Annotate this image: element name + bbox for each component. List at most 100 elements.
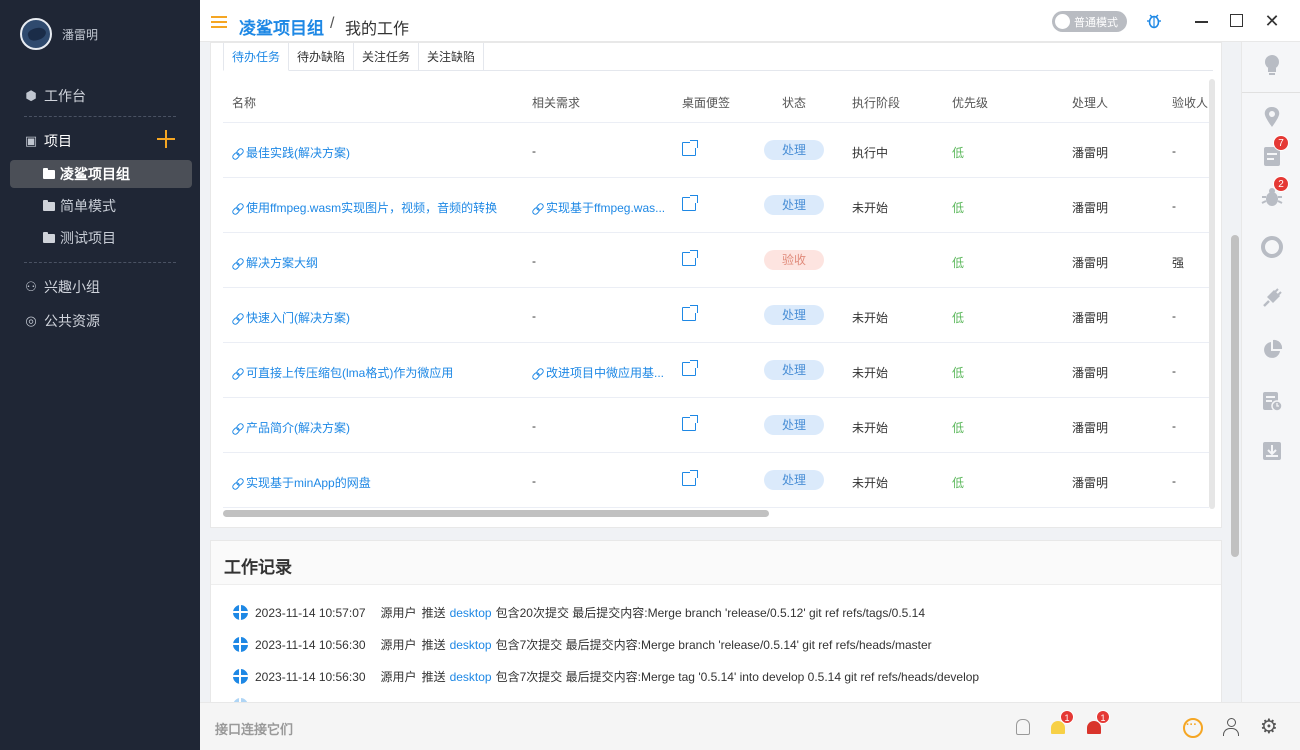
requirement-empty: - — [532, 309, 536, 323]
status-badge[interactable]: 处理 — [764, 195, 824, 215]
requirement-link[interactable]: 改进项目中微应用基... — [532, 364, 664, 381]
tab-watched-tasks[interactable]: 关注任务 — [354, 43, 420, 71]
status-badge[interactable]: 验收 — [764, 250, 824, 270]
tab-todo-bugs[interactable]: 待办缺陷 — [289, 43, 355, 71]
external-link-icon[interactable] — [682, 360, 698, 376]
log-action: 推送 — [421, 606, 446, 620]
avatar[interactable] — [20, 18, 52, 50]
user-profile[interactable]: 潘雷明 — [20, 18, 98, 50]
chat-icon[interactable] — [1182, 717, 1203, 738]
log-user: 源用户 — [380, 606, 417, 620]
sidebar-item-label: 测试项目 — [60, 230, 116, 246]
tab-watched-bugs[interactable]: 关注缺陷 — [419, 43, 485, 71]
task-name-link[interactable]: 解决方案大纲 — [232, 254, 318, 271]
status-badge[interactable]: 处理 — [764, 470, 824, 490]
bug-icon[interactable]: 2 — [1261, 176, 1289, 208]
task-name-link[interactable]: 使用ffmpeg.wasm实现图片，视频，音频的转换 — [232, 199, 497, 216]
table-row: 解决方案大纲 - 验收 低 潘雷明 强 — [223, 233, 1209, 288]
priority: 低 — [952, 421, 965, 435]
acceptor: - — [1172, 309, 1176, 323]
menu-icon[interactable] — [211, 16, 227, 28]
handler: 潘雷明 — [1072, 201, 1109, 215]
lifebuoy-icon[interactable] — [1261, 236, 1283, 258]
tab-todo-tasks[interactable]: 待办任务 — [223, 43, 290, 71]
external-link-icon[interactable] — [682, 195, 698, 211]
bell-icon[interactable] — [1012, 717, 1032, 737]
globe-icon: ◎ — [25, 313, 37, 328]
requirement-name: 改进项目中微应用基... — [546, 366, 665, 380]
log-repo-link[interactable]: desktop — [450, 606, 492, 620]
alert-light-yellow-icon[interactable]: 1 — [1048, 710, 1074, 737]
task-panel: 待办任务 待办缺陷 关注任务 关注缺陷 名称 相关需求 桌面便签 状态 执行阶段… — [210, 42, 1222, 528]
table-vertical-scrollbar[interactable] — [1209, 79, 1215, 509]
close-icon[interactable]: ✕ — [1263, 12, 1281, 30]
task-name: 快速入门(解决方案) — [246, 311, 350, 325]
acceptor: 强 — [1172, 256, 1185, 270]
requirement-empty: - — [532, 474, 536, 488]
handler: 潘雷明 — [1072, 256, 1109, 270]
task-name-link[interactable]: 实现基于minApp的网盘 — [232, 474, 371, 491]
nav-workbench[interactable]: ⬢ 工作台 — [24, 86, 86, 106]
nav-projects[interactable]: ▣ 项目 — [24, 131, 72, 151]
status-badge[interactable]: 处理 — [764, 140, 824, 160]
folder-icon — [43, 199, 55, 211]
nav-public-resources[interactable]: ◎ 公共资源 — [24, 311, 100, 331]
status-badge[interactable]: 处理 — [764, 360, 824, 380]
pie-chart-icon[interactable] — [1261, 339, 1283, 361]
breadcrumb-separator: / — [330, 15, 335, 32]
external-link-icon[interactable] — [682, 415, 698, 431]
table-horizontal-scrollbar[interactable] — [223, 510, 769, 517]
nav-interest-group[interactable]: ⚇ 兴趣小组 — [24, 277, 100, 297]
external-link-icon[interactable] — [682, 470, 698, 486]
external-link-icon[interactable] — [682, 305, 698, 321]
plug-icon[interactable] — [1261, 287, 1283, 309]
log-repo-link[interactable]: desktop — [450, 638, 492, 652]
link-icon — [532, 203, 542, 213]
link-icon — [532, 368, 542, 378]
priority: 低 — [952, 476, 965, 490]
priority: 低 — [952, 311, 965, 325]
execution-stage: 执行中 — [852, 146, 889, 160]
report-clock-icon[interactable] — [1261, 390, 1283, 412]
status-badge[interactable]: 处理 — [764, 415, 824, 435]
debug-icon[interactable] — [1145, 12, 1163, 30]
gear-icon[interactable]: ⚙ — [1260, 717, 1280, 737]
log-repo-link[interactable]: desktop — [450, 670, 492, 684]
task-name: 产品简介(解决方案) — [246, 421, 350, 435]
maximize-icon[interactable] — [1228, 12, 1246, 30]
link-icon — [232, 478, 242, 488]
task-name-link[interactable]: 快速入门(解决方案) — [232, 309, 350, 326]
user-icon[interactable] — [1221, 717, 1241, 737]
sidebar-item-project-1[interactable]: 简单模式 — [10, 192, 192, 220]
requirement-empty: - — [532, 419, 536, 433]
handler: 潘雷明 — [1072, 311, 1109, 325]
cube-icon: ⬢ — [25, 88, 37, 103]
alert-yellow-badge: 1 — [1060, 710, 1074, 724]
minimize-icon[interactable] — [1193, 12, 1211, 30]
table-header: 名称 相关需求 桌面便签 状态 执行阶段 优先级 处理人 验收人 — [223, 76, 1209, 123]
task-name-link[interactable]: 产品简介(解决方案) — [232, 419, 350, 436]
requirement-link[interactable]: 实现基于ffmpeg.was... — [532, 199, 665, 216]
mode-toggle[interactable]: 普通模式 — [1052, 11, 1127, 32]
link-icon — [232, 148, 242, 158]
external-link-icon[interactable] — [682, 140, 698, 156]
bulb-icon[interactable] — [1261, 54, 1283, 76]
task-name-link[interactable]: 可直接上传压缩包(lma格式)作为微应用 — [232, 364, 453, 381]
page-vertical-scrollbar[interactable] — [1231, 235, 1239, 557]
alert-light-red-icon[interactable]: 1 — [1084, 710, 1110, 737]
location-icon[interactable] — [1261, 106, 1283, 128]
external-link-icon[interactable] — [682, 250, 698, 266]
add-project-icon[interactable] — [157, 130, 175, 148]
status-badge[interactable]: 处理 — [764, 305, 824, 325]
task-name: 可直接上传压缩包(lma格式)作为微应用 — [246, 366, 454, 380]
breadcrumb-project[interactable]: 凌鲨项目组 — [239, 14, 324, 39]
link-icon — [232, 423, 242, 433]
document-icon[interactable]: 7 — [1261, 135, 1289, 167]
execution-stage: 未开始 — [852, 311, 889, 325]
sidebar-item-project-2[interactable]: 测试项目 — [10, 224, 192, 252]
sidebar-item-project-0[interactable]: 凌鲨项目组 — [10, 160, 192, 188]
log-detail: 包含20次提交 最后提交内容:Merge branch 'release/0.5… — [495, 606, 926, 620]
page-title: 我的工作 — [345, 21, 410, 38]
task-name-link[interactable]: 最佳实践(解决方案) — [232, 144, 350, 161]
download-box-icon[interactable] — [1261, 440, 1283, 462]
